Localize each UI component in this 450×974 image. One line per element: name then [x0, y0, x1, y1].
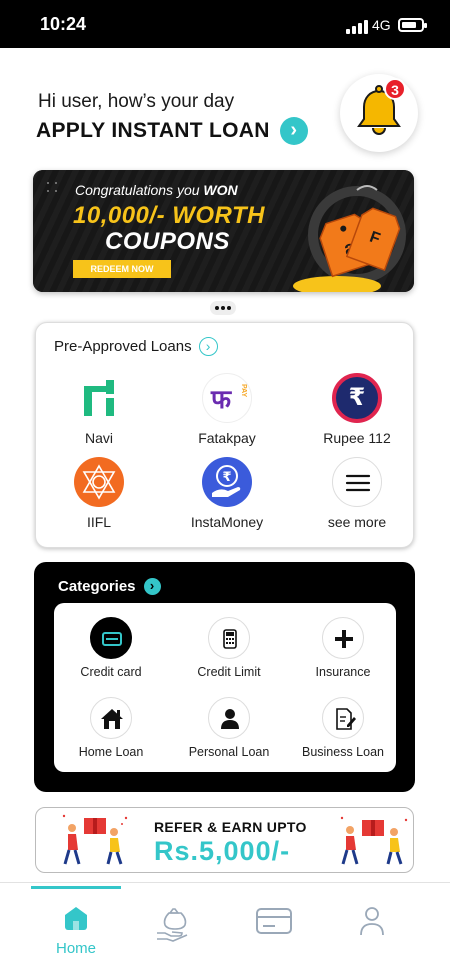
lender-label: Fatakpay — [198, 430, 256, 446]
status-time: 10:24 — [40, 14, 87, 34]
gift-people-illustration — [340, 816, 408, 865]
chevron-right-icon[interactable]: › — [198, 337, 218, 356]
nav-profile[interactable] — [332, 903, 412, 944]
categories-title: Categories — [58, 578, 136, 595]
rupee-112-logo-icon: ₹ — [332, 373, 382, 423]
person-icon — [208, 697, 250, 739]
category-label: Credit Limit — [197, 665, 261, 679]
chevron-right-icon[interactable]: › — [143, 578, 161, 595]
network-type: 4G — [372, 17, 391, 33]
profile-icon — [360, 907, 384, 936]
lender-label: IIFL — [86, 514, 112, 530]
lender-instamoney[interactable]: ₹ InstaMoney — [167, 457, 287, 530]
greeting-text: Hi user, how’s your day — [38, 91, 235, 112]
home-icon — [65, 907, 87, 930]
bottom-nav: Home — [0, 882, 450, 974]
promo-banner[interactable]: Congratulations you WON 10,000/- WORTH C… — [33, 170, 414, 292]
navi-logo-icon — [74, 373, 124, 423]
categories-card: Categories › Credit card Credit Limit In… — [34, 562, 415, 792]
calculator-icon — [208, 617, 250, 659]
card-icon — [256, 908, 292, 934]
refer-and-earn-banner[interactable]: REFER & EARN UPTO Rs.5,000/- — [35, 807, 414, 873]
lender-label: Navi — [84, 430, 113, 446]
lender-label: Rupee 112 — [323, 430, 391, 446]
document-edit-icon — [322, 697, 364, 739]
notifications-button[interactable] — [340, 74, 418, 152]
nav-active-indicator — [31, 886, 121, 889]
lender-navi[interactable]: Navi — [39, 373, 159, 446]
category-business-loan[interactable]: Business Loan — [283, 697, 403, 759]
chevron-right-icon[interactable]: › — [279, 117, 308, 145]
page-title: APPLY INSTANT LOAN — [36, 119, 270, 142]
refer-amount: Rs.5,000/- — [154, 836, 291, 866]
notification-badge: 3 — [384, 78, 406, 100]
see-more-button[interactable]: see more — [297, 457, 417, 530]
nav-loans[interactable] — [133, 903, 213, 948]
pre-approved-loans-card: Pre-Approved Loans › Navi फ PAY Fatakpay… — [35, 322, 414, 548]
category-credit-limit[interactable]: Credit Limit — [169, 617, 289, 679]
lender-label: see more — [327, 514, 387, 530]
banner-coupons: COUPONS — [105, 228, 230, 255]
categories-grid: Credit card Credit Limit Insurance Home … — [54, 603, 396, 772]
lender-rupee-112[interactable]: ₹ Rupee 112 — [297, 373, 417, 446]
category-personal-loan[interactable]: Personal Loan — [169, 697, 289, 759]
instamoney-logo-icon: ₹ — [202, 457, 252, 507]
signal-icon — [346, 20, 368, 34]
category-label: Personal Loan — [188, 745, 270, 759]
banner-pager[interactable] — [210, 301, 236, 315]
category-insurance[interactable]: Insurance — [283, 617, 403, 679]
status-bar: 10:24 4G — [0, 0, 450, 48]
battery-icon — [398, 18, 427, 32]
category-home-loan[interactable]: Home Loan — [51, 697, 171, 759]
lender-iifl[interactable]: IIFL — [39, 457, 159, 530]
category-label: Business Loan — [301, 745, 384, 759]
pre-approved-title: Pre-Approved Loans — [54, 338, 192, 355]
category-label: Home Loan — [78, 745, 144, 759]
lender-fatakpay[interactable]: फ PAY Fatakpay — [167, 373, 287, 446]
apply-instant-loan-link[interactable]: APPLY INSTANT LOAN › — [36, 117, 308, 145]
menu-icon — [332, 457, 382, 507]
gift-people-illustration — [62, 814, 128, 865]
nav-home-label: Home — [55, 940, 96, 957]
redeem-now-button[interactable]: REDEEM NOW — [73, 260, 171, 278]
money-bag-hand-icon — [157, 908, 188, 942]
refer-heading: REFER & EARN UPTO — [154, 819, 307, 835]
banner-amount: 10,000/- WORTH — [73, 202, 265, 229]
coupon-tags-illustration: a F — [293, 185, 406, 292]
credit-card-icon — [90, 617, 132, 659]
categories-header[interactable]: Categories › — [58, 578, 161, 595]
nav-home[interactable]: Home — [36, 903, 116, 957]
lender-label: InstaMoney — [190, 514, 264, 530]
pre-approved-header[interactable]: Pre-Approved Loans › — [54, 337, 218, 356]
nav-cards[interactable] — [234, 903, 314, 944]
home-icon — [90, 697, 132, 739]
plus-icon — [322, 617, 364, 659]
iifl-logo-icon — [74, 457, 124, 507]
category-credit-card[interactable]: Credit card — [51, 617, 171, 679]
banner-headline: Congratulations you WON — [75, 182, 238, 198]
bell-icon — [357, 85, 401, 135]
category-label: Insurance — [315, 665, 371, 679]
fatakpay-logo-icon: फ PAY — [202, 373, 252, 423]
category-label: Credit card — [80, 665, 142, 679]
